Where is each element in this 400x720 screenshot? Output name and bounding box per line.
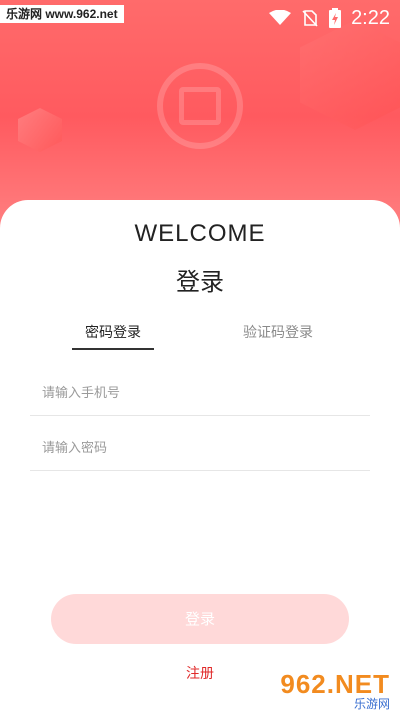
emblem-inner (179, 87, 221, 125)
status-bar: 乐游网 www.962.net 2:22 (0, 0, 400, 36)
status-icons: 2:22 (269, 6, 390, 30)
tab-sms-code-login[interactable]: 验证码登录 (232, 318, 324, 348)
site-watermark: 962.NET 乐游网 (262, 668, 390, 714)
password-input[interactable] (30, 430, 370, 466)
login-screen: 乐游网 www.962.net 2:22 WELCOME 登录 密码登录 验证码… (0, 0, 400, 720)
no-sim-icon (302, 10, 318, 27)
site-label: 乐游网 www.962.net (0, 5, 124, 23)
login-tabs: 密码登录 验证码登录 (0, 318, 400, 354)
active-tab-indicator (72, 348, 154, 350)
wifi-icon (269, 10, 292, 25)
page-title: 登录 (176, 268, 224, 296)
emblem-logo-icon (157, 63, 243, 149)
watermark-brand: 962.NET (280, 669, 390, 699)
clock: 2:22 (351, 6, 390, 29)
battery-icon (329, 8, 342, 28)
tab-password-login[interactable]: 密码登录 (72, 318, 154, 348)
welcome-heading: WELCOME (134, 220, 266, 247)
decorative-hexagon-small (18, 108, 62, 152)
phone-input[interactable] (30, 375, 370, 411)
login-button[interactable]: 登录 (51, 594, 349, 644)
password-field (30, 430, 370, 471)
decorative-hexagon (300, 20, 400, 130)
watermark-sub: 乐游网 (353, 697, 390, 711)
phone-field (30, 375, 370, 416)
